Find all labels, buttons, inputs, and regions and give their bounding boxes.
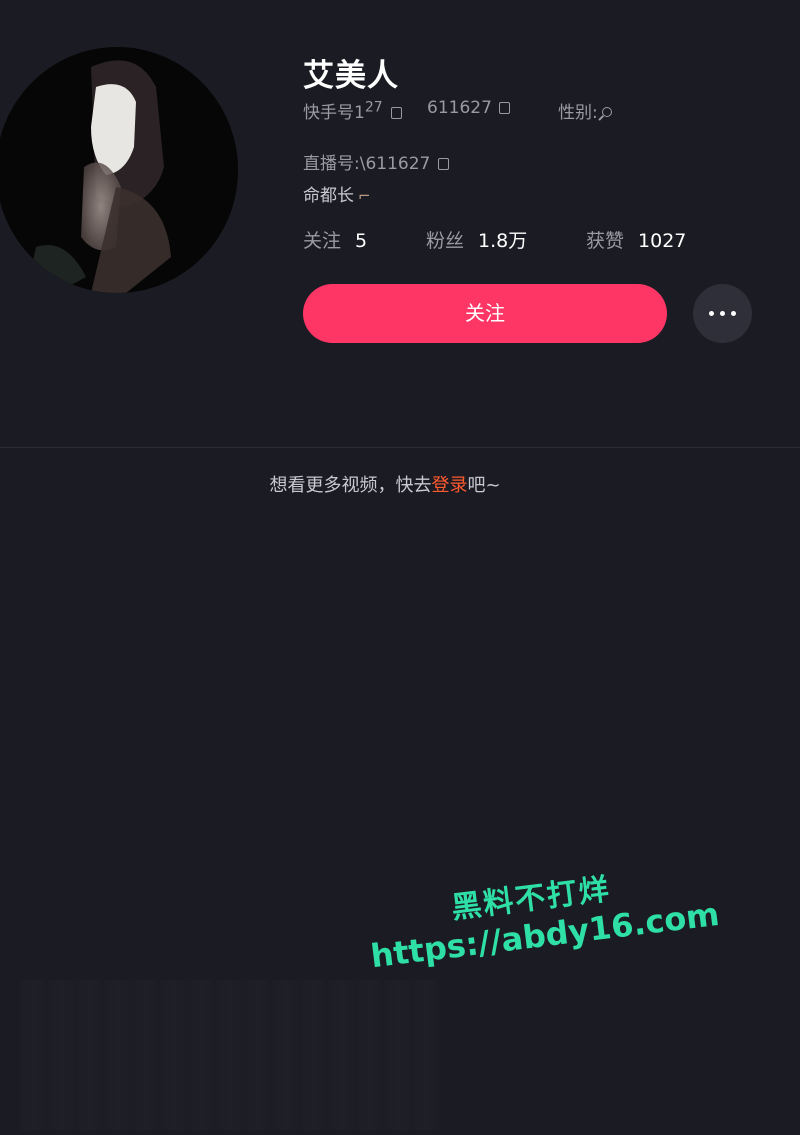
bio-text: 命都长	[303, 186, 354, 206]
following-stat[interactable]: 关注 5	[303, 226, 367, 253]
gender-label: 性别:	[558, 103, 598, 123]
copy-icon[interactable]	[390, 107, 402, 119]
bio: 命都长 ⌐	[303, 181, 371, 206]
kuaishou-id-number: 611627	[427, 98, 492, 118]
watermark: 黑料不打烊 https://abdy16.com	[362, 840, 733, 993]
likes-stat: 获赞 1027	[586, 226, 686, 253]
more-dots-icon	[720, 311, 725, 316]
fans-stat[interactable]: 粉丝 1.8万	[426, 226, 527, 253]
avatar[interactable]	[0, 47, 238, 293]
fans-label: 粉丝	[426, 230, 465, 252]
profile-name: 艾美人	[303, 58, 399, 94]
profile-page: 艾美人 快手号127 611627 性别: 直播号:\611627 命都长 ⌐ 关…	[0, 0, 800, 1135]
divider	[0, 447, 800, 448]
likes-label: 获赞	[586, 230, 625, 252]
avatar-image	[0, 47, 238, 293]
copy-live-id-icon[interactable]	[438, 158, 450, 170]
stats-row: 关注 5 粉丝 1.8万 获赞 1027	[303, 226, 763, 254]
leg-emoji-icon: ⌐	[358, 187, 371, 205]
login-link[interactable]: 登录	[431, 475, 467, 496]
likes-count: 1027	[638, 230, 687, 252]
more-options-button[interactable]	[693, 284, 752, 343]
blurred-content	[20, 980, 440, 1130]
login-prompt-suffix: 吧~	[467, 475, 501, 496]
kuaishou-id-row: 快手号127 611627 性别:	[303, 98, 612, 123]
following-label: 关注	[303, 230, 342, 252]
kuaishou-id-label: 快手号127	[303, 99, 383, 123]
login-prompt-text: 想看更多视频，快去	[269, 475, 432, 496]
live-id-row: 直播号:\611627	[303, 149, 450, 174]
more-dots-icon	[709, 311, 714, 316]
more-dots-icon	[731, 311, 736, 316]
live-id-value: \611627	[359, 154, 431, 174]
gender-icon	[601, 107, 612, 117]
gender-field: 性别:	[558, 98, 612, 123]
kuaishou-id-superscript: 27	[364, 99, 383, 116]
copy-id-icon[interactable]	[499, 102, 510, 114]
login-prompt: 想看更多视频，快去登录吧~	[0, 471, 770, 497]
fans-count: 1.8万	[478, 230, 528, 252]
follow-button[interactable]: 关注	[303, 284, 667, 343]
live-id-label: 直播号:	[303, 154, 360, 174]
following-count: 5	[355, 230, 368, 252]
